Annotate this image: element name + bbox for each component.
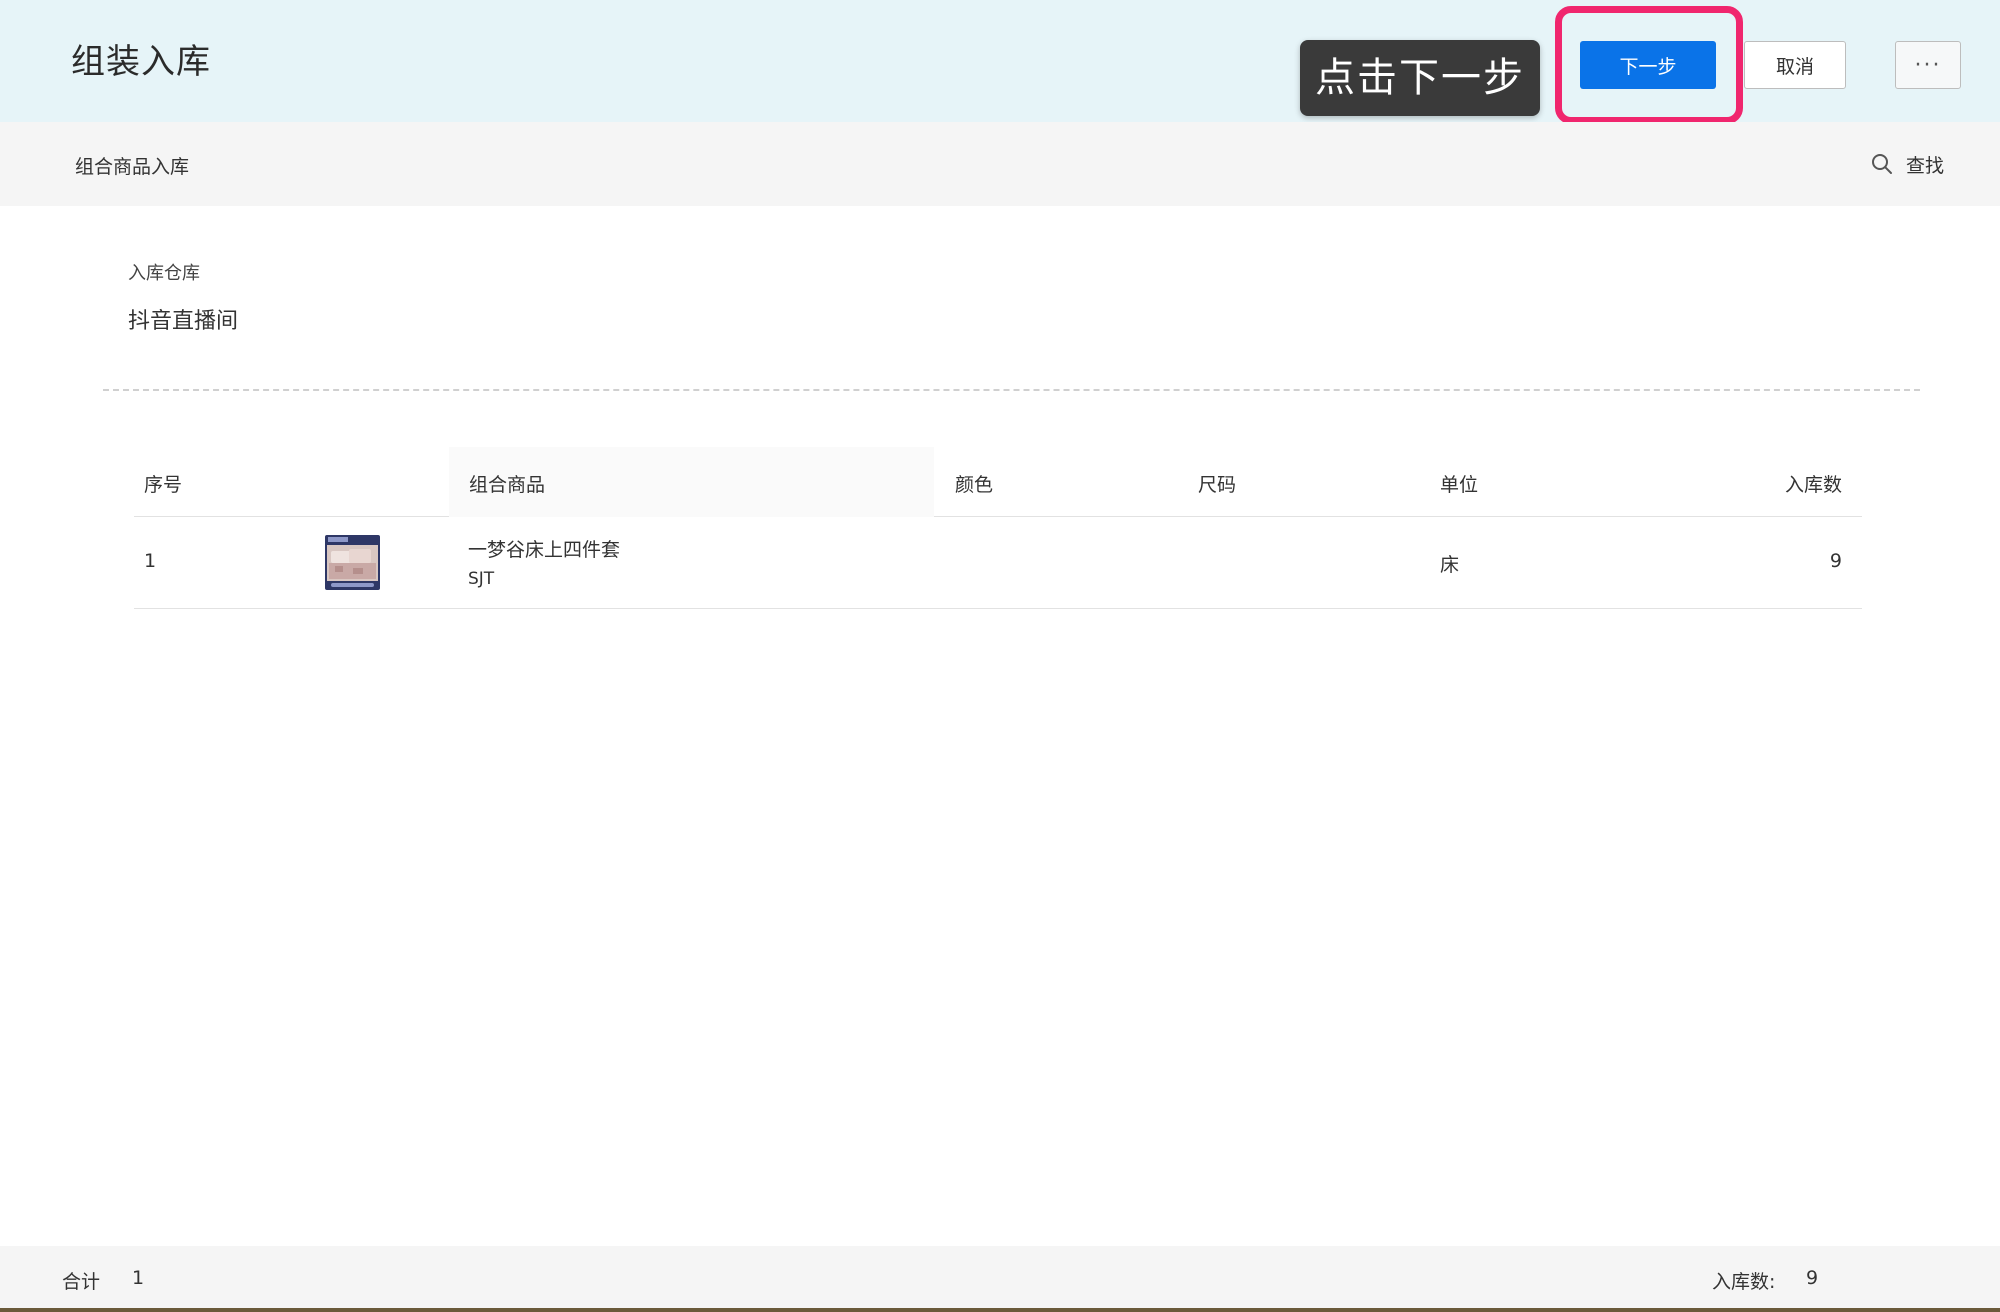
sub-header-bar: 组合商品入库 查找 (0, 122, 2000, 206)
divider (103, 389, 1920, 391)
next-step-button[interactable]: 下一步 (1580, 41, 1716, 89)
total-label: 合计 (62, 1271, 101, 1293)
qty-summary-value: 9 (1806, 1267, 1819, 1289)
row-product-code: SJT (468, 569, 495, 589)
search-icon (1872, 154, 1892, 174)
section-title: 组合商品入库 (75, 156, 190, 178)
page-title: 组装入库 (71, 42, 211, 82)
header-color: 颜色 (955, 474, 994, 496)
header-size: 尺码 (1198, 474, 1237, 496)
tooltip-hint: 点击下一步 (1300, 40, 1540, 116)
footer-summary: 合计 1 入库数: 9 (0, 1246, 2000, 1312)
qty-summary-label: 入库数: (1712, 1271, 1776, 1293)
warehouse-value[interactable]: 抖音直播间 (128, 303, 238, 335)
page: 组装入库 点击下一步 下一步 取消 ··· 组合商品入库 查找 入库仓库 抖音直… (0, 0, 2000, 1312)
cancel-button[interactable]: 取消 (1744, 41, 1846, 89)
table-row[interactable]: 1 一梦谷床上四件套 SJT 床 9 (134, 517, 1862, 609)
total-value: 1 (132, 1267, 145, 1289)
header-qty: 入库数 (1784, 474, 1842, 496)
header-unit: 单位 (1440, 474, 1479, 496)
table-header: 序号 组合商品 颜色 尺码 单位 入库数 (134, 447, 1862, 517)
search-label: 查找 (1906, 154, 1945, 177)
row-index: 1 (144, 550, 157, 572)
row-qty: 9 (1829, 550, 1842, 572)
warehouse-label: 入库仓库 (128, 263, 200, 284)
header-product: 组合商品 (469, 474, 546, 496)
row-product-name: 一梦谷床上四件套 (468, 539, 621, 561)
header-bar: 组装入库 点击下一步 下一步 取消 ··· (0, 0, 2000, 124)
more-options-button[interactable]: ··· (1895, 41, 1961, 89)
row-unit: 床 (1440, 554, 1460, 576)
product-thumbnail (325, 535, 380, 590)
product-table: 序号 组合商品 颜色 尺码 单位 入库数 1 一梦谷床上四件套 SJT 床 9 (134, 447, 1862, 609)
search-button[interactable]: 查找 (1870, 148, 1944, 180)
header-index: 序号 (144, 474, 183, 496)
